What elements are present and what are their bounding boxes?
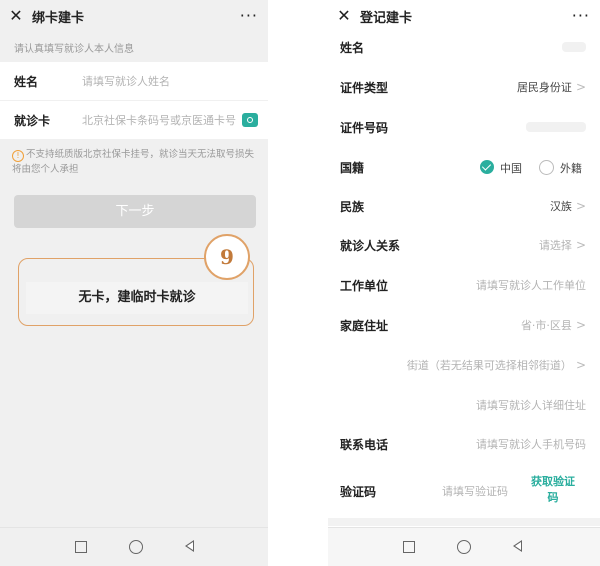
relation-select[interactable]: 请选择 > bbox=[539, 237, 586, 253]
radio-china-checked-icon[interactable] bbox=[480, 160, 494, 174]
title-bar: ✕ 绑卡建卡 ··· bbox=[0, 0, 268, 32]
id-number-row[interactable]: 证件号码 bbox=[328, 108, 600, 146]
get-code-button[interactable]: 获取验证码 bbox=[528, 474, 578, 506]
relation-value: 请选择 bbox=[538, 239, 572, 252]
camera-scan-icon[interactable] bbox=[242, 113, 258, 127]
name-row[interactable]: 姓名 bbox=[328, 28, 600, 66]
close-icon[interactable]: ✕ bbox=[0, 0, 32, 32]
chevron-right-icon: > bbox=[575, 199, 586, 213]
ethnicity-row[interactable]: 民族 汉族 > bbox=[328, 187, 600, 225]
phone-input[interactable]: 请填写就诊人手机号码 bbox=[476, 436, 586, 452]
nav-back-icon[interactable] bbox=[513, 540, 522, 552]
info-hint: 请认真填写就诊人本人信息 bbox=[14, 44, 134, 55]
id-type-row[interactable]: 证件类型 居民身份证 > bbox=[328, 68, 600, 106]
radio-foreign-icon[interactable] bbox=[539, 160, 554, 175]
phone-label: 联系电话 bbox=[340, 437, 389, 452]
region-select[interactable]: 省·市·区县 > bbox=[521, 317, 586, 333]
nationality-row: 国籍 中国 外籍 bbox=[328, 148, 600, 186]
chevron-right-icon: > bbox=[575, 238, 586, 252]
more-dots-icon[interactable]: ··· bbox=[240, 0, 258, 32]
id-type-label: 证件类型 bbox=[340, 80, 389, 95]
employer-input[interactable]: 请填写就诊人工作单位 bbox=[476, 277, 586, 293]
name-label: 姓名 bbox=[340, 40, 365, 55]
ethnicity-value: 汉族 bbox=[549, 200, 572, 213]
page-title: 绑卡建卡 bbox=[32, 10, 85, 26]
address-detail-row[interactable]: 请填写就诊人详细住址 bbox=[328, 386, 600, 424]
verify-input[interactable]: 请填写验证码 bbox=[442, 483, 508, 499]
left-screen: ✕ 绑卡建卡 ··· 请认真填写就诊人本人信息 姓名 请填写就诊人姓名 就诊卡 … bbox=[0, 0, 268, 566]
employer-row[interactable]: 工作单位 请填写就诊人工作单位 bbox=[328, 266, 600, 304]
relation-row[interactable]: 就诊人关系 请选择 > bbox=[328, 226, 600, 264]
card-input[interactable]: 北京社保卡条码号或京医通卡号 bbox=[82, 112, 236, 128]
street-row[interactable]: 街道（若无结果可选择相邻街道） > bbox=[328, 346, 600, 384]
page-title: 登记建卡 bbox=[360, 10, 413, 26]
next-step-button[interactable]: 下一步 bbox=[14, 195, 256, 228]
nav-recent-icon[interactable] bbox=[403, 541, 415, 553]
chevron-right-icon: > bbox=[575, 80, 586, 94]
address-row[interactable]: 家庭住址 省·市·区县 > bbox=[328, 306, 600, 344]
street-value: 街道（若无结果可选择相邻街道） bbox=[406, 359, 572, 372]
nav-back-icon[interactable] bbox=[185, 540, 194, 552]
relation-label: 就诊人关系 bbox=[340, 238, 401, 253]
card-label: 就诊卡 bbox=[14, 113, 51, 128]
id-type-select[interactable]: 居民身份证 > bbox=[517, 79, 586, 95]
right-screen: ✕ 登记建卡 ··· 姓名 证件类型 居民身份证 > 证件号码 国籍 中国 外籍 … bbox=[328, 0, 600, 566]
nav-home-icon[interactable] bbox=[457, 540, 471, 554]
radio-china-label[interactable]: 中国 bbox=[500, 160, 522, 176]
warning-text: ! 不支持纸质版北京社保卡挂号，就诊当天无法取号损失将由您个人承担 bbox=[12, 147, 256, 177]
warning-icon: ! bbox=[12, 150, 24, 162]
address-label: 家庭住址 bbox=[340, 318, 389, 333]
name-value-blurred bbox=[562, 42, 586, 52]
verify-label: 验证码 bbox=[340, 484, 377, 499]
system-nav-bar bbox=[328, 527, 600, 566]
radio-foreign-label[interactable]: 外籍 bbox=[560, 160, 582, 176]
id-number-label: 证件号码 bbox=[340, 120, 389, 135]
card-row[interactable]: 就诊卡 北京社保卡条码号或京医通卡号 bbox=[0, 101, 268, 139]
section-divider bbox=[328, 518, 600, 526]
nav-home-icon[interactable] bbox=[129, 540, 143, 554]
name-label: 姓名 bbox=[14, 74, 39, 89]
name-row[interactable]: 姓名 请填写就诊人姓名 bbox=[0, 62, 268, 100]
id-number-value-blurred bbox=[526, 122, 586, 132]
name-input[interactable]: 请填写就诊人姓名 bbox=[82, 73, 170, 89]
no-card-temp-card-button[interactable]: 无卡，建临时卡就诊 bbox=[26, 282, 248, 314]
address-detail-input[interactable]: 请填写就诊人详细住址 bbox=[476, 397, 586, 413]
employer-label: 工作单位 bbox=[340, 278, 389, 293]
region-value: 省·市·区县 bbox=[520, 319, 572, 332]
system-nav-bar bbox=[0, 527, 268, 566]
phone-row[interactable]: 联系电话 请填写就诊人手机号码 bbox=[328, 425, 600, 463]
nationality-label: 国籍 bbox=[340, 160, 365, 175]
warning-message: 不支持纸质版北京社保卡挂号，就诊当天无法取号损失将由您个人承担 bbox=[12, 149, 255, 175]
ethnicity-select[interactable]: 汉族 > bbox=[550, 198, 586, 214]
id-type-value: 居民身份证 bbox=[516, 81, 572, 94]
street-select[interactable]: 街道（若无结果可选择相邻街道） > bbox=[407, 357, 586, 373]
nav-recent-icon[interactable] bbox=[75, 541, 87, 553]
chevron-right-icon: > bbox=[575, 318, 586, 332]
ethnicity-label: 民族 bbox=[340, 199, 365, 214]
step-number-badge: 9 bbox=[204, 234, 250, 280]
chevron-right-icon: > bbox=[575, 358, 586, 372]
